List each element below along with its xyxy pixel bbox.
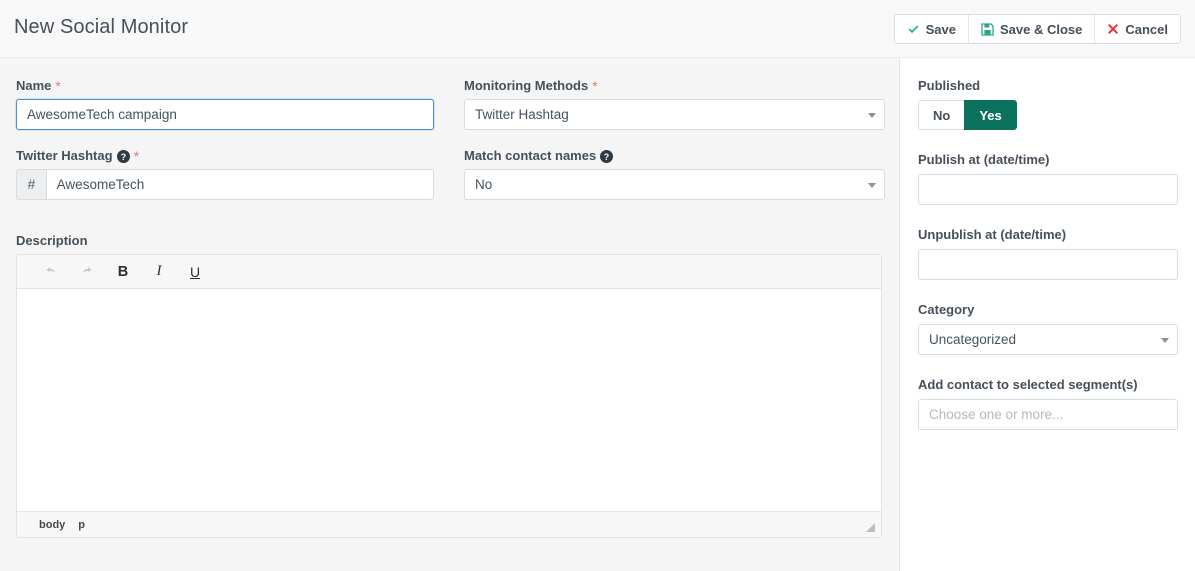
field-unpublish-at: Unpublish at (date/time) [918,227,1178,280]
bold-icon[interactable]: B [111,260,135,284]
field-twitter-hashtag: Twitter Hashtag ? * # [16,148,434,200]
field-match-contact-names-label: Match contact names ? [464,148,885,163]
field-twitter-hashtag-label: Twitter Hashtag ? * [16,148,434,163]
match-contact-names-select[interactable] [464,169,885,200]
published-option-no[interactable]: No [918,100,964,130]
main-form-column: Name * Twitter Hashtag ? * [0,58,900,571]
field-published-label: Published [918,78,1178,93]
field-unpublish-at-label: Unpublish at (date/time) [918,227,1178,242]
field-twitter-hashtag-label-text: Twitter Hashtag [16,148,113,163]
form-action-toolbar: Save Save & Close Cancel [894,14,1181,44]
check-icon [907,23,920,36]
question-circle-icon[interactable]: ? [600,150,613,163]
social-monitor-form-page: New Social Monitor Save Save & Close [0,0,1195,571]
save-and-close-button-label: Save & Close [1000,22,1082,37]
form-body: Name * Twitter Hashtag ? * [0,58,1195,571]
field-segments: Add contact to selected segment(s) [918,377,1178,430]
twitter-hashtag-input[interactable] [46,169,434,200]
save-button-label: Save [926,22,956,37]
field-category: Category [918,302,1178,355]
editor-toolbar: B I U [17,255,881,289]
field-name-label-text: Name [16,78,51,93]
field-publish-at-label: Publish at (date/time) [918,152,1178,167]
italic-icon[interactable]: I [147,260,171,284]
field-description-label: Description [16,233,882,248]
field-category-label: Category [918,302,1178,317]
field-monitoring-methods-label: Monitoring Methods * [464,78,885,93]
name-input[interactable] [16,99,434,130]
required-marker: * [134,149,139,163]
field-publish-at: Publish at (date/time) [918,152,1178,205]
monitoring-methods-select[interactable] [464,99,885,130]
field-name: Name * [16,78,434,130]
published-toggle-group: No Yes [918,100,1017,130]
editor-path-p[interactable]: p [78,519,85,531]
field-monitoring-methods-label-text: Monitoring Methods [464,78,588,93]
monitoring-methods-select-wrap [464,99,885,130]
field-name-label: Name * [16,78,434,93]
cancel-button-label: Cancel [1125,22,1168,37]
sidebar-column: Published No Yes Publish at (date/time) … [900,58,1194,571]
underline-icon[interactable]: U [183,260,207,284]
editor-status-bar: body p [17,511,881,537]
save-and-close-button[interactable]: Save & Close [968,15,1094,43]
required-marker: * [592,79,597,93]
page-title: New Social Monitor [14,16,188,39]
required-marker: * [55,79,60,93]
field-monitoring-methods: Monitoring Methods * [464,78,885,130]
description-editor: B I U body p [16,254,882,538]
editor-resize-handle[interactable] [866,523,875,532]
publish-at-input[interactable] [918,174,1178,205]
field-description: Description B I U [16,233,882,538]
unpublish-at-input[interactable] [918,249,1178,280]
twitter-hashtag-input-group: # [16,169,434,200]
editor-path-body[interactable]: body [39,519,65,531]
field-match-contact-names: Match contact names ? [464,148,885,200]
field-description-label-text: Description [16,233,88,248]
floppy-save-icon [981,23,994,36]
save-button[interactable]: Save [895,15,968,43]
field-published: Published No Yes [918,78,1178,130]
match-contact-names-select-wrap [464,169,885,200]
published-option-yes[interactable]: Yes [964,100,1016,130]
question-circle-icon[interactable]: ? [117,150,130,163]
field-segments-label: Add contact to selected segment(s) [918,377,1178,392]
editor-element-path: body p [39,519,85,531]
undo-icon[interactable] [39,260,63,284]
cancel-button[interactable]: Cancel [1094,15,1180,43]
category-select[interactable] [918,324,1178,355]
page-header: New Social Monitor Save Save & Close [0,0,1195,58]
description-editor-canvas[interactable] [17,289,881,511]
redo-icon[interactable] [75,260,99,284]
segments-input[interactable] [918,399,1178,430]
category-select-wrap [918,324,1178,355]
times-icon [1107,23,1119,35]
hash-prefix-icon: # [16,169,46,200]
svg-text:?: ? [120,152,125,162]
field-match-contact-names-label-text: Match contact names [464,148,596,163]
svg-text:?: ? [604,152,609,162]
